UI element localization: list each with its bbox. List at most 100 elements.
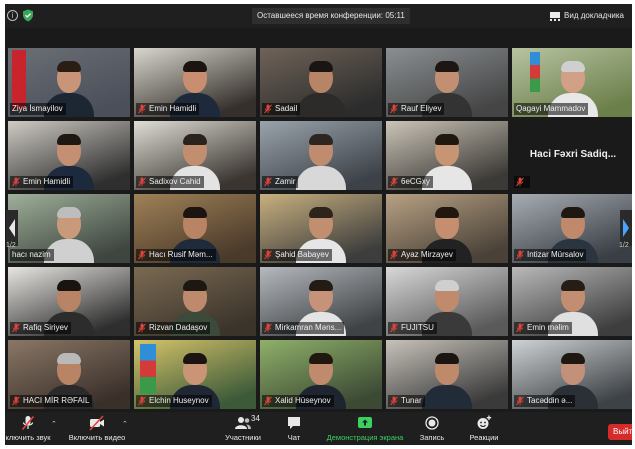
participant-name: hacı nazim [12, 250, 51, 259]
next-page-arrow[interactable] [620, 210, 632, 246]
previous-page-arrow[interactable] [6, 210, 18, 246]
participant-name: Rafiq Siriyev [23, 323, 68, 332]
participant-tile[interactable]: Rafiq Siriyev [8, 267, 130, 336]
participant-name-tag: Xalid Hüseynov [262, 395, 334, 407]
participant-tile[interactable]: Ziya İsmayilov [8, 48, 130, 117]
participant-tile[interactable]: Sadail [260, 48, 382, 117]
participant-tile[interactable]: Xalid Hüseynov [260, 340, 382, 409]
unmute-button[interactable]: ключить звук [5, 415, 51, 442]
participant-name-tag: Qagayi Mammadov [514, 103, 589, 115]
microphone-muted-icon [264, 104, 272, 114]
gallery-grid: Ziya İsmayilov Emin Hamidli Sadail Rauf Eli… [5, 48, 632, 410]
chat-button[interactable]: Чат [279, 415, 309, 442]
participant-name-tag: Tacəddin ə... [514, 395, 576, 407]
participants-button[interactable]: 34 Участники [217, 414, 269, 442]
speaker-view-button[interactable]: Вид докладчика [550, 8, 624, 24]
participant-name-tag: Ziya İsmayilov [10, 103, 66, 115]
participant-tile[interactable]: Qagayi Mammadov [512, 48, 632, 117]
microphone-muted-icon [138, 104, 146, 114]
participant-tile[interactable]: Zamir [260, 121, 382, 190]
participant-name: Tunar [401, 396, 422, 405]
participant-tile[interactable]: FUJITSU [386, 267, 508, 336]
share-screen-button[interactable]: Демонстрация экрана [323, 415, 407, 442]
participant-tile[interactable]: Şahid Babayev [260, 194, 382, 263]
microphone-muted-icon [264, 177, 272, 187]
participant-name-tag: Intizar Mürsalov [514, 249, 587, 261]
audio-options-caret[interactable]: ⌃ [51, 420, 57, 428]
participant-name: Mirkamran Məns... [275, 323, 342, 332]
leave-button[interactable]: Выйти [608, 424, 632, 440]
participant-name-tag: Şahid Babayev [262, 249, 332, 261]
participant-name-tag: Rafiq Siriyev [10, 322, 71, 334]
microphone-muted-icon [12, 177, 20, 187]
participant-name: Emin Hamidli [149, 104, 197, 113]
microphone-muted-icon [516, 396, 524, 406]
microphone-muted-icon [516, 250, 524, 260]
participant-tile[interactable]: Tunar [386, 340, 508, 409]
participant-name: Ayaz Mirzayev [401, 250, 453, 259]
microphone-muted-icon [21, 415, 35, 431]
page-indicator-right: 1/2 [619, 242, 629, 249]
participant-tile[interactable]: Intizar Mürsalov [512, 194, 632, 263]
participants-count: 34 [251, 414, 260, 423]
participant-name: Intizar Mürsalov [527, 250, 584, 259]
video-off-icon [89, 415, 104, 431]
record-button[interactable]: Запись [415, 415, 449, 442]
speaker-view-label: Вид докладчика [564, 11, 624, 20]
video-options-caret[interactable]: ⌃ [122, 420, 128, 428]
participant-name: Şahid Babayev [275, 250, 329, 259]
participant-tile[interactable]: Mirkamran Məns... [260, 267, 382, 336]
microphone-muted-icon [12, 323, 20, 333]
start-video-button[interactable]: Включить видео [65, 415, 129, 442]
participants-label: Участники [225, 433, 261, 442]
participant-tile[interactable]: Tacəddin ə... [512, 340, 632, 409]
microphone-muted-icon [264, 250, 272, 260]
participant-name: FUJITSU [401, 323, 434, 332]
participant-tile[interactable]: Rizvan Dadaşov [134, 267, 256, 336]
reactions-button[interactable]: Реакции [465, 415, 503, 442]
participant-name-tag: Rauf Eliyev [388, 103, 445, 115]
participant-tile[interactable]: hacı nazim [8, 194, 130, 263]
participant-name: Emin məlim [527, 323, 569, 332]
participant-name-tag: Emin məlim [514, 322, 572, 334]
participant-tile[interactable]: Emin Hamidli [134, 48, 256, 117]
participant-name-tag: Emin Hamidli [10, 176, 74, 188]
participant-name: Sadail [275, 104, 298, 113]
participant-tile[interactable]: Elchin Huseynov [134, 340, 256, 409]
participant-tile[interactable]: Emin Hamidli [8, 121, 130, 190]
microphone-muted-icon [264, 323, 272, 333]
participant-name: Sadixov Cahid [149, 177, 201, 186]
microphone-muted-icon [138, 396, 146, 406]
participant-name-tag: Emin Hamidli [136, 103, 200, 115]
participant-name: Zamir [275, 177, 296, 186]
microphone-muted-icon [138, 323, 146, 333]
info-icon[interactable]: i [7, 10, 18, 21]
microphone-muted-icon [138, 250, 146, 260]
participant-name: Ziya İsmayilov [12, 104, 63, 113]
share-screen-icon [358, 417, 372, 428]
participant-tile[interactable]: 6eCGxy [386, 121, 508, 190]
top-bar: i Оставшееся время конференции: 05:11 Ви… [5, 4, 632, 28]
participant-name: Qagayi Mammadov [516, 104, 586, 113]
bottom-toolbar: ключить звук ⌃ Включить видео ⌃ 34 Участ… [5, 412, 632, 445]
reactions-label: Реакции [469, 433, 499, 442]
participant-tile[interactable]: Haci Fəxri Sadiq... [512, 121, 632, 190]
page-indicator-left: 1/2 [6, 242, 16, 249]
participant-tile[interactable]: Sadixov Cahid [134, 121, 256, 190]
participant-video [292, 55, 350, 117]
zoom-window: i Оставшееся время конференции: 05:11 Ви… [5, 4, 632, 445]
participant-tile[interactable]: Emin məlim [512, 267, 632, 336]
participant-tile[interactable]: Hacı Rusif Məm... [134, 194, 256, 263]
participant-name: Elchin Huseynov [149, 396, 209, 405]
participant-tile[interactable]: HACI MİR RƏFAIL [8, 340, 130, 409]
participant-name-tag: Mirkamran Məns... [262, 322, 345, 334]
participant-name-tag: HACI MİR RƏFAIL [10, 395, 93, 407]
reactions-icon [477, 415, 492, 429]
flag-decoration [12, 50, 26, 110]
participant-tile[interactable]: Ayaz Mirzayev [386, 194, 508, 263]
participant-tile[interactable]: Rauf Eliyev [386, 48, 508, 117]
participant-name-tag: Zamir [262, 176, 299, 188]
flag-decoration [140, 344, 156, 394]
record-icon [425, 416, 439, 430]
shield-icon[interactable] [22, 9, 34, 22]
